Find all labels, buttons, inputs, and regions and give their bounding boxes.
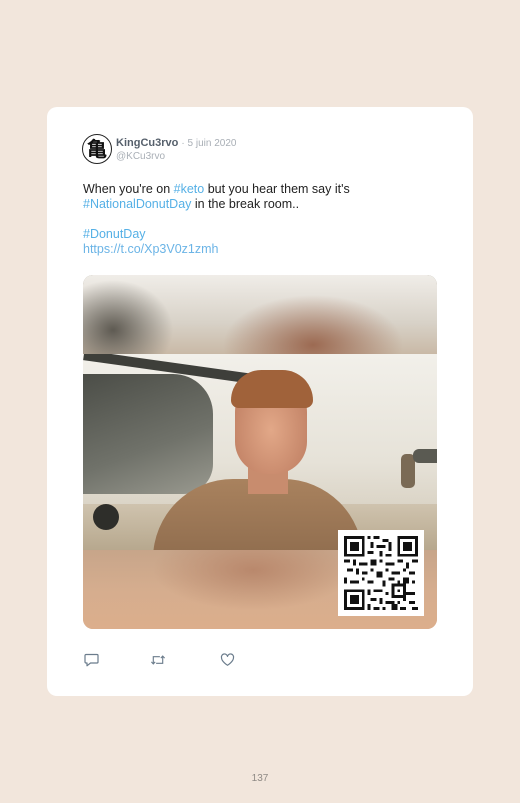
helicopter	[83, 374, 213, 494]
retweet-arrows-icon	[150, 655, 166, 665]
tweet-line-2: #NationalDonutDay in the break room..	[83, 197, 443, 212]
author-handle[interactable]: @KCu3rvo	[116, 151, 165, 162]
hashtag-national-donut-day[interactable]: #NationalDonutDay	[83, 197, 191, 211]
hashtag-keto[interactable]: #keto	[174, 182, 205, 196]
author-name[interactable]: KingCu3rvo	[116, 137, 178, 149]
hashtag-donut-day[interactable]: #DonutDay	[83, 227, 146, 241]
tweet-line-3: #DonutDay	[83, 227, 443, 242]
tweet-text: When you're on #keto but you hear them s…	[83, 182, 443, 257]
page-number: 137	[251, 773, 269, 784]
tweet-header: KingCu3rvo · 5 juin 2020	[116, 137, 236, 149]
video-frame[interactable]	[83, 354, 437, 550]
qr-code-graphic	[344, 536, 418, 610]
text-segment: but you hear them say it's	[204, 182, 350, 196]
speech-bubble-icon	[83, 653, 99, 667]
tweet-media[interactable]	[83, 275, 437, 629]
helicopter-wheel	[93, 504, 119, 530]
avatar[interactable]: 亀	[82, 134, 112, 164]
text-segment: in the break room..	[191, 197, 300, 211]
like-button[interactable]	[219, 652, 235, 668]
heart-icon	[220, 653, 234, 666]
distant-helicopter	[413, 449, 437, 463]
qr-code	[338, 530, 424, 616]
tweet-line-1: When you're on #keto but you hear them s…	[83, 182, 443, 197]
avatar-glyph: 亀	[87, 137, 107, 161]
person-hair	[231, 370, 313, 408]
reply-button[interactable]	[83, 652, 99, 668]
text-segment: When you're on	[83, 182, 174, 196]
tweet-line-4: https://t.co/Xp3V0z1zmh	[83, 242, 443, 257]
tweet-date[interactable]: 5 juin 2020	[188, 138, 237, 149]
media-blur-top	[83, 275, 437, 354]
retweet-button[interactable]	[150, 652, 166, 668]
tweet-link[interactable]: https://t.co/Xp3V0z1zmh	[83, 242, 219, 256]
tweet-card: 亀 KingCu3rvo · 5 juin 2020 @KCu3rvo When…	[47, 107, 473, 696]
